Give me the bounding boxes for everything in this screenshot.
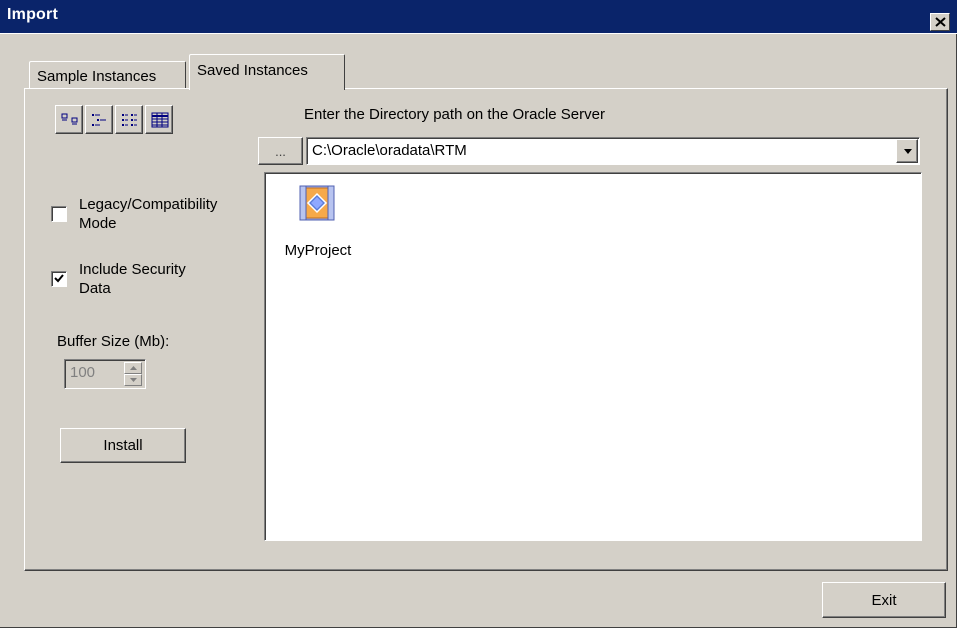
project-icon xyxy=(299,185,335,221)
include-security-checkbox[interactable] xyxy=(51,271,67,287)
instances-list-view[interactable]: MyProject xyxy=(264,172,922,541)
arrow-down-icon xyxy=(130,378,137,382)
list-item[interactable]: MyProject xyxy=(278,182,358,268)
legacy-mode-label: Legacy/Compatibility Mode xyxy=(79,196,218,232)
combo-dropdown-button[interactable] xyxy=(896,139,918,163)
view-large-icons-button[interactable] xyxy=(55,105,83,134)
tab-label: Sample Instances xyxy=(37,68,157,85)
buffer-size-stepper[interactable]: 100 xyxy=(64,359,146,389)
exit-button[interactable]: Exit xyxy=(822,582,946,618)
browse-button[interactable]: ... xyxy=(258,137,303,165)
buffer-size-label: Buffer Size (Mb): xyxy=(57,333,170,350)
close-icon xyxy=(935,17,946,27)
checkmark-icon xyxy=(54,274,64,283)
directory-path-value: C:\Oracle\oradata\RTM xyxy=(312,142,467,159)
directory-path-label: Enter the Directory path on the Oracle S… xyxy=(304,106,605,123)
view-details-button[interactable] xyxy=(145,105,173,134)
tab-sample-instances[interactable]: Sample Instances xyxy=(29,61,186,91)
close-button[interactable] xyxy=(930,13,950,31)
large-icons-icon xyxy=(61,113,78,125)
chevron-down-icon xyxy=(904,149,912,154)
install-button[interactable]: Install xyxy=(60,428,186,463)
spin-down-button[interactable] xyxy=(124,374,142,386)
small-icons-icon xyxy=(92,114,106,126)
view-small-icons-button[interactable] xyxy=(85,105,113,134)
list-item-label: MyProject xyxy=(284,242,352,259)
tab-label: Saved Instances xyxy=(197,62,308,79)
arrow-up-icon xyxy=(130,366,137,370)
window-title: Import xyxy=(7,6,58,23)
include-security-label: Include Security Data xyxy=(79,261,186,297)
view-list-button[interactable] xyxy=(115,105,143,134)
directory-path-combobox[interactable]: C:\Oracle\oradata\RTM xyxy=(306,137,920,165)
details-icon xyxy=(151,112,169,128)
import-dialog: Import Sample Instances Saved Instances xyxy=(0,0,957,628)
spin-up-button[interactable] xyxy=(124,362,142,374)
buffer-size-value: 100 xyxy=(70,364,96,381)
legacy-mode-checkbox[interactable] xyxy=(51,206,67,222)
tab-saved-instances[interactable]: Saved Instances xyxy=(189,54,345,90)
list-icon xyxy=(122,114,137,126)
title-bar[interactable]: Import xyxy=(0,0,957,34)
